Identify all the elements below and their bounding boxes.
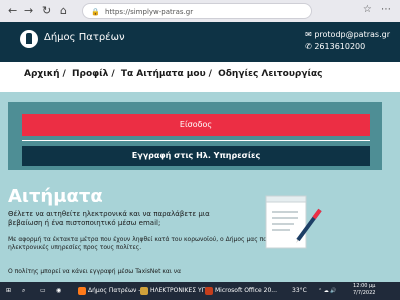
back-icon[interactable]: ← <box>8 4 17 18</box>
home-icon[interactable]: ⌂ <box>60 4 67 18</box>
divider <box>22 140 370 141</box>
windows-taskbar: ⊞ ⌕ ▭ ◉ Δήμος Πατρέων - ΗΛΕΚΤΡΟΝΙΚΕΣ ΥΠ.… <box>0 282 400 300</box>
municipality-logo-icon[interactable] <box>20 30 38 48</box>
phone-icon: ✆ <box>305 42 312 51</box>
site-title[interactable]: Δήμος Πατρέων <box>44 32 125 43</box>
mail-icon: ✉ <box>305 30 312 39</box>
taskbar-office[interactable]: Microsoft Office 20... <box>205 285 277 297</box>
menu-separator: / <box>208 69 212 79</box>
intro-text: Θέλετε να αιτηθείτε ηλεκτρονικά και να π… <box>8 210 210 227</box>
taskview-icon[interactable]: ▭ <box>40 285 46 297</box>
menu-item-home[interactable]: Αρχική <box>24 69 60 79</box>
info-text: Με αφορμή τα έκτακτα μέτρα που έχουν ληφ… <box>8 236 283 251</box>
page-heading: Αιτήματα <box>8 186 103 207</box>
tray-icons[interactable]: ⌃ ☁ 🔊 <box>318 285 337 297</box>
forward-icon[interactable]: → <box>24 4 33 18</box>
chrome-icon[interactable]: ◉ <box>56 285 61 297</box>
search-icon[interactable]: ⌕ <box>22 285 25 297</box>
menu-separator: / <box>62 69 66 79</box>
clock[interactable]: 12:00 μμ 7/7/2022 <box>353 283 375 296</box>
taskbar-explorer[interactable]: ΗΛΕΚΤΡΟΝΙΚΕΣ ΥΠ... <box>140 285 212 297</box>
taskbar-browser[interactable]: Δήμος Πατρέων - <box>78 285 140 297</box>
contact-email[interactable]: protodp@patras.gr <box>314 30 390 39</box>
lock-icon: 🔒 <box>91 8 100 16</box>
register-button[interactable]: Εγγραφή στις Ηλ. Υπηρεσίες <box>22 146 370 166</box>
weather-temp[interactable]: 33°C <box>292 285 307 297</box>
address-bar[interactable]: 🔒 https://simplyw-patras.gr <box>82 3 312 19</box>
url-text: https://simplyw-patras.gr <box>105 8 194 16</box>
browser-toolbar: ← → ↻ ⌂ 🔒 https://simplyw-patras.gr ☆ ⋯ <box>0 0 400 23</box>
taxisnet-text: Ο πολίτης μπορεί να κάνει εγγραφή μέσω T… <box>8 268 182 275</box>
document-pen-icon <box>265 195 322 249</box>
reload-icon[interactable]: ↻ <box>42 4 51 18</box>
menu-separator: / <box>111 69 115 79</box>
menu-item-profile[interactable]: Προφίλ <box>72 69 108 79</box>
menu-item-instructions[interactable]: Οδηγίες Λειτουργίας <box>218 69 322 79</box>
contact-info: ✉ protodp@patras.gr ✆ 2613610200 <box>305 29 390 53</box>
site-header: Δήμος Πατρέων ✉ protodp@patras.gr ✆ 2613… <box>0 22 400 62</box>
main-menu: Αρχική / Προφίλ / Τα Αιτήματα μου / Οδηγίες… <box>0 62 400 88</box>
start-icon[interactable]: ⊞ <box>6 285 11 297</box>
login-button[interactable]: Είσοδος <box>22 114 370 136</box>
menu-item-my-requests[interactable]: Τα Αιτήματα μου <box>121 69 206 79</box>
contact-phone[interactable]: 2613610200 <box>314 42 365 51</box>
browser-extension-icons[interactable]: ☆ ⋯ <box>363 4 394 15</box>
